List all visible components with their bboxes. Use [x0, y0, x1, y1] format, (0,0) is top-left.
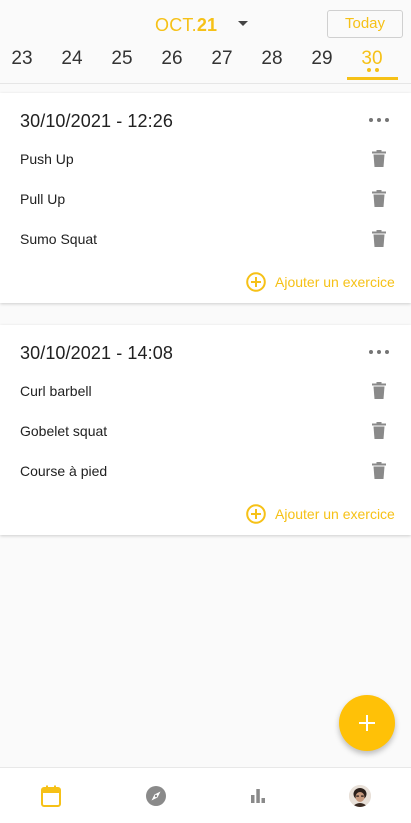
session-title: 30/10/2021 - 14:08: [20, 343, 173, 363]
exercise-row[interactable]: Course à pied: [0, 452, 411, 492]
exercise-row[interactable]: Gobelet squat: [0, 412, 411, 452]
session-card: 30/10/2021 - 14:08 Curl barbell Gobelet …: [0, 325, 411, 535]
month-year: 21: [196, 14, 218, 35]
session-card: 30/10/2021 - 12:26 Push Up Pull Up Sumo …: [0, 93, 411, 303]
month-label: OCT.21: [155, 15, 217, 36]
exercise-name: Course à pied: [20, 463, 108, 479]
day-30-selected[interactable]: 30: [347, 44, 397, 80]
add-exercise-label: Ajouter un exercice: [275, 506, 395, 522]
day-28[interactable]: 28: [247, 44, 297, 80]
add-exercise-button[interactable]: Ajouter un exercice: [246, 271, 395, 293]
exercise-name: Curl barbell: [20, 383, 92, 399]
exercise-row[interactable]: Pull Up: [0, 180, 411, 220]
session-title: 30/10/2021 - 12:26: [20, 111, 173, 131]
trash-icon[interactable]: [372, 150, 386, 167]
nav-stats[interactable]: [207, 768, 309, 823]
trash-icon[interactable]: [372, 422, 386, 439]
selected-day-indicator: [347, 77, 398, 80]
day-25[interactable]: 25: [97, 44, 147, 80]
date-header: OCT.21 Today 23 24 25 26 27 28 29 30: [0, 0, 411, 84]
exercise-row[interactable]: Push Up: [0, 140, 411, 180]
plus-icon: [359, 715, 375, 731]
nav-profile[interactable]: [309, 768, 411, 823]
bottom-navigation: [0, 767, 411, 823]
trash-icon[interactable]: [372, 230, 386, 247]
trash-icon[interactable]: [372, 190, 386, 207]
app: OCT.21 Today 23 24 25 26 27 28 29 30 30/…: [0, 0, 411, 823]
exercise-name: Sumo Squat: [20, 231, 98, 247]
today-button[interactable]: Today: [327, 10, 403, 38]
trash-icon[interactable]: [372, 382, 386, 399]
nav-explore[interactable]: [105, 768, 207, 823]
exercise-row[interactable]: Curl barbell: [0, 372, 411, 412]
trash-icon[interactable]: [372, 462, 386, 479]
session-indicator-dots: [367, 68, 379, 72]
more-options-icon[interactable]: [369, 350, 389, 356]
bar-chart-icon: [251, 789, 265, 803]
exercise-name: Gobelet squat: [20, 423, 108, 439]
exercise-row[interactable]: Sumo Squat: [0, 220, 411, 260]
day-24[interactable]: 24: [47, 44, 97, 80]
month-name: OCT.: [155, 14, 197, 35]
exercise-name: Push Up: [20, 151, 74, 167]
add-circle-icon: [246, 504, 266, 524]
day-23[interactable]: 23: [0, 44, 47, 80]
day-29[interactable]: 29: [297, 44, 347, 80]
day-26[interactable]: 26: [147, 44, 197, 80]
add-circle-icon: [246, 272, 266, 292]
avatar: [349, 785, 371, 807]
day-27[interactable]: 27: [197, 44, 247, 80]
calendar-icon: [41, 785, 61, 807]
add-exercise-button[interactable]: Ajouter un exercice: [246, 503, 395, 525]
add-session-fab[interactable]: [339, 695, 395, 751]
avatar-image: [349, 785, 371, 807]
add-exercise-label: Ajouter un exercice: [275, 274, 395, 290]
month-dropdown-icon[interactable]: [238, 21, 248, 26]
nav-calendar[interactable]: [0, 768, 102, 823]
compass-icon: [146, 786, 166, 806]
month-selector[interactable]: OCT.21: [155, 12, 217, 38]
exercise-name: Pull Up: [20, 191, 66, 207]
more-options-icon[interactable]: [369, 118, 389, 124]
